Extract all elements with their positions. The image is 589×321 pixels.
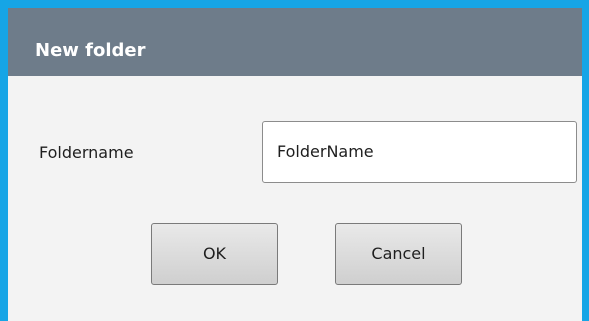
cancel-button[interactable]: Cancel [335,223,462,285]
dialog-frame: New folder Foldername OK Cancel [0,0,589,321]
dialog-titlebar: New folder [8,8,582,76]
dialog-title: New folder [35,40,146,61]
foldername-input[interactable] [262,121,577,183]
new-folder-dialog: New folder Foldername OK Cancel [8,8,582,321]
foldername-label: Foldername [39,143,134,162]
ok-button[interactable]: OK [151,223,278,285]
